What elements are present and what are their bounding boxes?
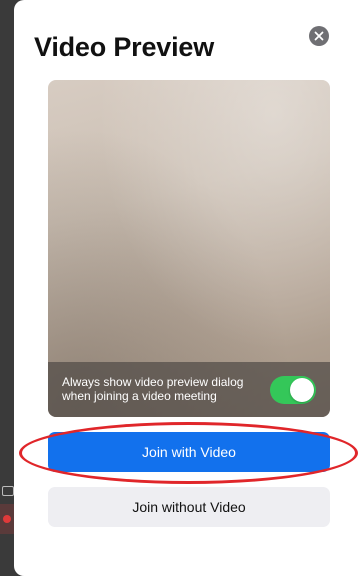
record-dot-icon [3, 515, 11, 523]
join-without-video-button[interactable]: Join without Video [48, 487, 330, 527]
dialog-title: Video Preview [34, 32, 214, 62]
preview-option-banner: Always show video preview dialog when jo… [48, 362, 330, 417]
close-icon [314, 31, 324, 41]
close-button[interactable] [309, 26, 329, 46]
always-show-preview-label: Always show video preview dialog when jo… [62, 375, 244, 403]
toggle-knob [290, 378, 314, 402]
join-with-video-button[interactable]: Join with Video [48, 432, 330, 472]
battery-icon [2, 486, 14, 496]
always-show-preview-toggle[interactable] [270, 376, 316, 404]
background-app-edge [0, 486, 14, 576]
camera-preview: Always show video preview dialog when jo… [48, 80, 330, 417]
